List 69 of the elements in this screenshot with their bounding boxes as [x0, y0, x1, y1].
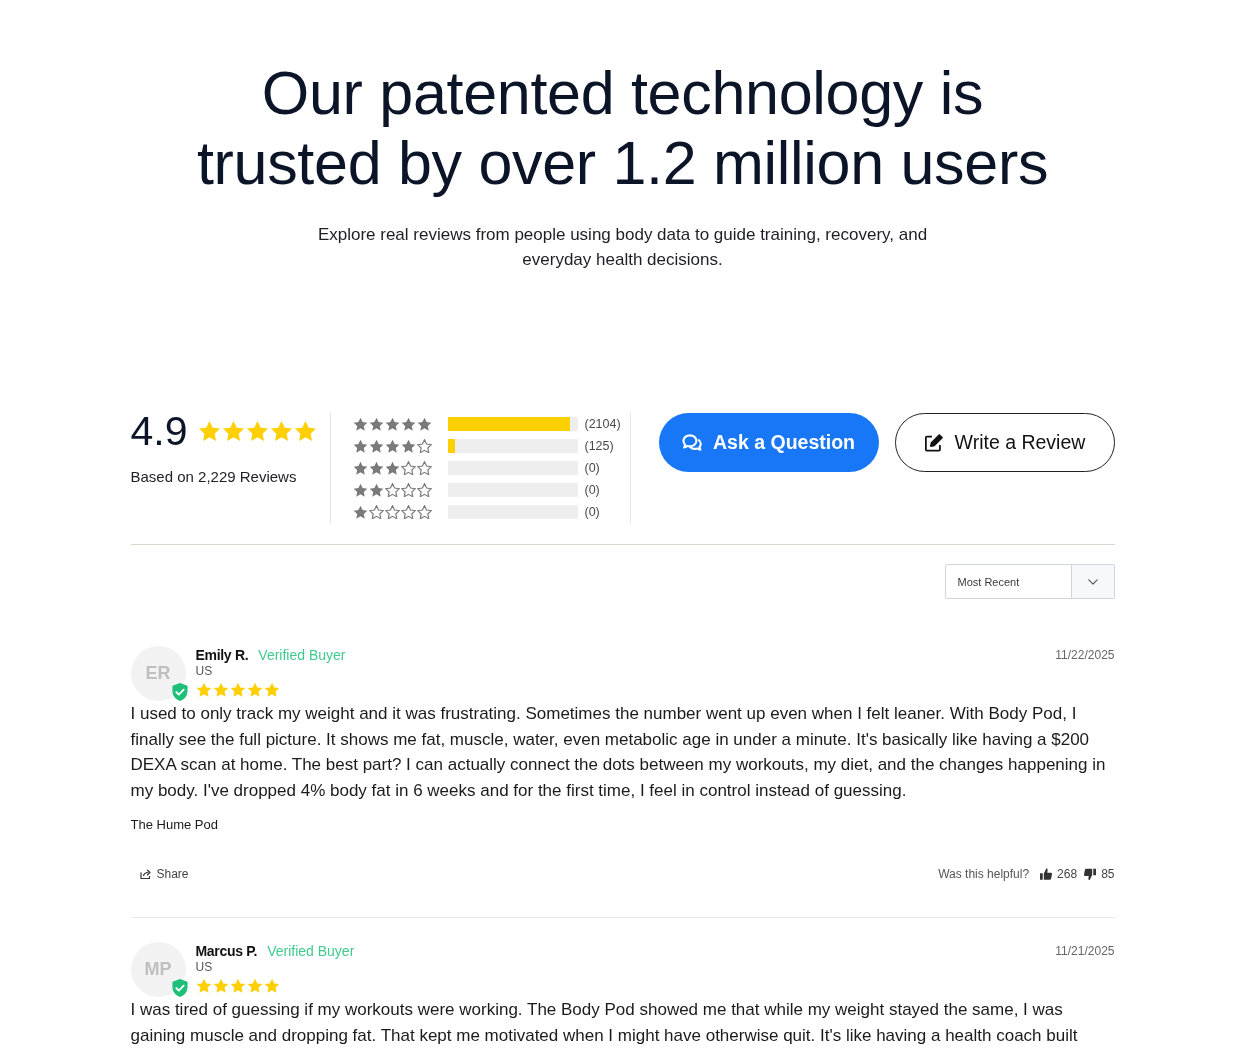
ask-question-button[interactable]: Ask a Question	[658, 413, 879, 472]
verified-buyer-label: Verified Buyer	[267, 942, 355, 960]
star-icon	[416, 416, 432, 432]
review-date: 11/21/2025	[1055, 943, 1115, 960]
empty-star-icon	[416, 504, 432, 520]
average-rating: 4.9	[130, 411, 188, 451]
page-subtitle: Explore real reviews from people using body data to guide training, recovery, and everyday health decisions.	[316, 224, 929, 271]
product-name: The Hume Pod	[130, 816, 218, 834]
star-icon	[195, 978, 212, 994]
star-icon	[368, 438, 384, 454]
edit-icon	[923, 433, 944, 452]
star-icon	[352, 438, 368, 454]
sort-dropdown[interactable]: Most Recent	[944, 564, 1115, 599]
thumbs-up-icon	[1040, 868, 1053, 880]
downvote-button[interactable]: 85	[1084, 867, 1115, 881]
review-text: I used to only track my weight and it was frustrating. Sometimes the number went up even when I felt leaner. With Body Pod, I finally see the full picture. It shows me fat, muscle, water, even metabolic age in under a minute. It's basically like having a $200 DEXA scan at home. The best part? I can actually connect the dots between my workouts, my diet, and the changes happening in my body. I've dropped 4% body fat in 6 weeks and for the first time, I feel in control instead of guessing.	[130, 703, 1107, 802]
thumbs-down-icon	[1084, 868, 1097, 880]
star-icon	[229, 682, 246, 698]
reviewer-location: US	[195, 664, 213, 678]
star-icon	[384, 416, 400, 432]
star-icon	[293, 420, 317, 442]
review-text: I was tired of guessing if my workouts were working. The Body Pod showed me that while my weight stayed the same, I was gaining muscle and dropping fat. That kept me motivated when I might have otherwise quit. It's like having a health coach built	[130, 999, 1079, 1047]
star-icon	[195, 682, 212, 698]
empty-star-icon	[384, 504, 400, 520]
star-icon	[384, 438, 400, 454]
star-icon	[263, 978, 280, 994]
star-icon	[246, 978, 263, 994]
empty-star-icon	[416, 482, 432, 498]
star-icon	[400, 416, 416, 432]
reviewer-name: Emily R.	[195, 646, 249, 664]
rating-count: (0)	[584, 461, 600, 475]
write-review-button[interactable]: Write a Review	[894, 413, 1115, 472]
page-heading: Our patented technology is trusted by over 1.2 million users	[195, 58, 1050, 198]
star-icon	[221, 420, 245, 442]
star-icon	[352, 482, 368, 498]
rating-count: (0)	[584, 505, 600, 519]
star-icon	[245, 420, 269, 442]
verified-buyer-label: Verified Buyer	[258, 646, 346, 664]
rating-count: (2104)	[584, 417, 621, 431]
star-icon	[384, 460, 400, 476]
reviewer-location: US	[195, 960, 213, 974]
upvote-button[interactable]: 268	[1040, 867, 1078, 881]
helpful-prompt: Was this helpful?	[938, 867, 1030, 881]
star-icon	[352, 460, 368, 476]
star-icon	[212, 978, 229, 994]
rating-count: (125)	[584, 439, 614, 453]
star-icon	[368, 460, 384, 476]
empty-star-icon	[416, 460, 432, 476]
review-date: 11/22/2025	[1055, 647, 1115, 664]
star-icon	[229, 978, 246, 994]
star-icon	[197, 420, 221, 442]
star-icon	[352, 416, 368, 432]
share-icon	[139, 868, 152, 880]
star-icon	[263, 682, 280, 698]
chevron-down-icon	[1087, 578, 1098, 585]
star-icon	[368, 482, 384, 498]
reviewer-name: Marcus P.	[195, 942, 258, 960]
rating-count: (0)	[584, 483, 600, 497]
star-icon	[212, 682, 229, 698]
empty-star-icon	[400, 504, 416, 520]
review-total: Based on 2,229 Reviews	[130, 467, 297, 487]
star-icon	[400, 438, 416, 454]
star-icon	[246, 682, 263, 698]
chat-bubbles-icon	[682, 433, 702, 452]
star-icon	[352, 504, 368, 520]
share-button[interactable]: Share	[139, 867, 189, 881]
empty-star-icon	[400, 482, 416, 498]
star-icon	[269, 420, 293, 442]
star-icon	[368, 416, 384, 432]
